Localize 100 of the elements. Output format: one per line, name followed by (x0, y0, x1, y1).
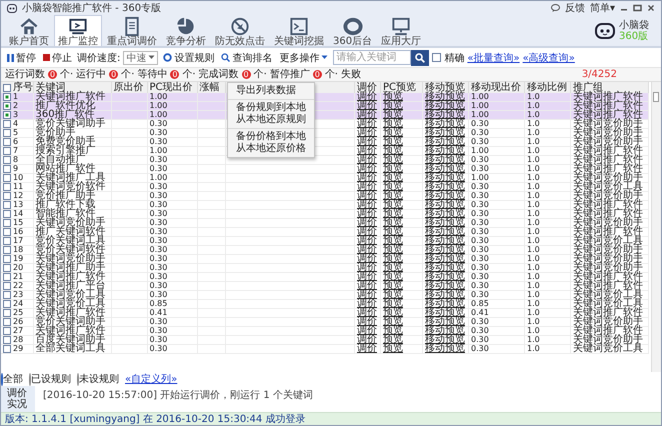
row-number: 10 (13, 174, 24, 182)
row-checkbox[interactable] (3, 255, 11, 263)
mobile-bid: 0.30 (471, 290, 489, 299)
menu-item[interactable]: 从本地还原规则 (228, 114, 314, 129)
row-checkbox[interactable] (3, 336, 11, 344)
toolbar-tab[interactable]: 重点词调价 (103, 15, 161, 46)
toolbar-tab[interactable]: 应用大厅 (377, 15, 426, 46)
row-checkbox[interactable] (3, 327, 11, 335)
query-rank-button[interactable]: 查询排名 (219, 50, 274, 64)
row-checkbox[interactable] (3, 201, 11, 209)
row-checkbox[interactable] (3, 237, 11, 245)
maximize-icon[interactable] (633, 4, 642, 12)
row-checkbox[interactable] (3, 102, 11, 110)
pc-bid: 0.30 (150, 200, 168, 209)
row-number: 2 (13, 102, 18, 110)
row-checkbox[interactable] (3, 129, 11, 137)
mobile-bid: 0.30 (471, 254, 489, 263)
menu-item[interactable]: 备份价格到本地 (228, 131, 314, 143)
toolbar-tab[interactable]: 360后台 (329, 15, 376, 46)
scrollbar-thumb[interactable] (653, 92, 659, 102)
row-checkbox[interactable] (3, 165, 11, 173)
row-number: 27 (13, 327, 24, 335)
speed-label: 调价速度: (77, 52, 120, 64)
mobile-ratio: 1.0 (527, 263, 540, 272)
row-checkbox[interactable] (3, 318, 11, 326)
row-checkbox[interactable] (3, 264, 11, 272)
vertical-scrollbar[interactable] (651, 82, 661, 372)
row-checkbox[interactable] (3, 183, 11, 191)
toolbar-tab[interactable]: 推广监控 (54, 15, 102, 46)
batch-query-link[interactable]: «批量查询» (467, 50, 520, 64)
row-checkbox[interactable] (3, 147, 11, 155)
mobile-ratio: 1.0 (527, 191, 540, 200)
search-icon (415, 52, 426, 62)
mobile-bid: 0.30 (471, 191, 489, 200)
pc-bid: 0.30 (150, 317, 168, 326)
mobile-ratio: 1.0 (527, 92, 540, 101)
pc-bid: 0.30 (150, 119, 168, 128)
mobile-bid: 0.30 (471, 128, 489, 137)
menu-item[interactable]: 从本地还原价格 (228, 143, 314, 155)
row-checkbox[interactable] (3, 210, 11, 218)
exact-checkbox[interactable] (432, 53, 442, 62)
toolbar-tab[interactable]: 账户首页 (5, 15, 53, 46)
filter-label: 未设规则 (79, 374, 119, 385)
toolbar-tab[interactable]: 防无效点击 (211, 15, 269, 46)
mobile-ratio: 1.0 (527, 245, 540, 254)
row-checkbox[interactable] (3, 273, 11, 281)
row-checkbox[interactable] (3, 228, 11, 236)
dropdown-caret-icon (148, 55, 156, 60)
stat-unit: 个· (324, 69, 338, 80)
search-field[interactable]: 请输入关键词 (333, 50, 412, 65)
row-checkbox[interactable] (3, 111, 11, 119)
more-actions-button[interactable]: 更多操作 (277, 50, 330, 64)
row-checkbox[interactable] (3, 345, 11, 353)
row-checkbox[interactable] (3, 309, 11, 317)
set-rules-button[interactable]: 设置规则 (161, 50, 216, 64)
status-text: 版本: 1.1.4.1 [xumingyang] 在 2016-10-20 15:30:44 成功登录 (5, 414, 306, 424)
speed-select[interactable]: 中速 (123, 50, 158, 64)
stat-unit: 个· (254, 69, 267, 80)
log-tab[interactable]: 调价实况 (1, 386, 35, 412)
select-all-checkbox[interactable] (3, 84, 11, 92)
row-checkbox[interactable] (3, 192, 11, 200)
mobile-ratio: 1.0 (527, 335, 540, 344)
stop-button[interactable]: 停止 (41, 50, 74, 64)
mobile-ratio: 1.0 (527, 272, 540, 281)
logo-name: 小脑袋 (619, 20, 649, 31)
close-icon[interactable] (647, 4, 655, 12)
toolbar-tab[interactable]: 竞争分析 (162, 15, 210, 46)
row-number: 6 (13, 138, 18, 146)
search-button[interactable] (411, 50, 430, 66)
pc-bid: 1.00 (150, 110, 168, 119)
mode-menu[interactable]: 简单▾ (590, 1, 615, 15)
advanced-query-link[interactable]: «高级查询» (522, 50, 575, 64)
menu-item[interactable]: 导出列表数据 (228, 85, 314, 100)
row-checkbox[interactable] (3, 138, 11, 146)
menu-item[interactable]: 备份规则到本地 (228, 102, 314, 114)
row-checkbox[interactable] (3, 156, 11, 164)
stat-label: 运行中 (76, 69, 106, 80)
mobile-ratio: 1.0 (527, 182, 540, 191)
row-checkbox[interactable] (3, 174, 11, 182)
feedback-link[interactable]: 反馈 (564, 1, 585, 15)
row-checkbox[interactable] (3, 291, 11, 299)
keyword-text: 推广软件优化 (36, 100, 96, 111)
row-checkbox[interactable] (3, 219, 11, 227)
row-number: 8 (13, 156, 18, 164)
custom-columns-link[interactable]: «自定义列» (125, 374, 178, 385)
mobile-ratio: 1.0 (527, 326, 540, 335)
mobile-ratio: 1.0 (527, 209, 540, 218)
gear-icon (163, 53, 172, 62)
row-checkbox[interactable] (3, 246, 11, 254)
pc-bid: 0.30 (150, 227, 168, 236)
filter-label: 已设规则 (31, 374, 71, 385)
pc-bid: 0.30 (150, 326, 168, 335)
row-checkbox[interactable] (3, 93, 11, 101)
pause-button[interactable]: 暂停 (5, 50, 38, 64)
mobile-ratio: 1.0 (527, 344, 540, 353)
row-checkbox[interactable] (3, 120, 11, 128)
mobile-ratio: 1.0 (527, 128, 540, 137)
row-checkbox[interactable] (3, 282, 11, 290)
row-checkbox[interactable] (3, 300, 11, 308)
toolbar-tab[interactable]: 关键词挖掘 (270, 15, 328, 46)
